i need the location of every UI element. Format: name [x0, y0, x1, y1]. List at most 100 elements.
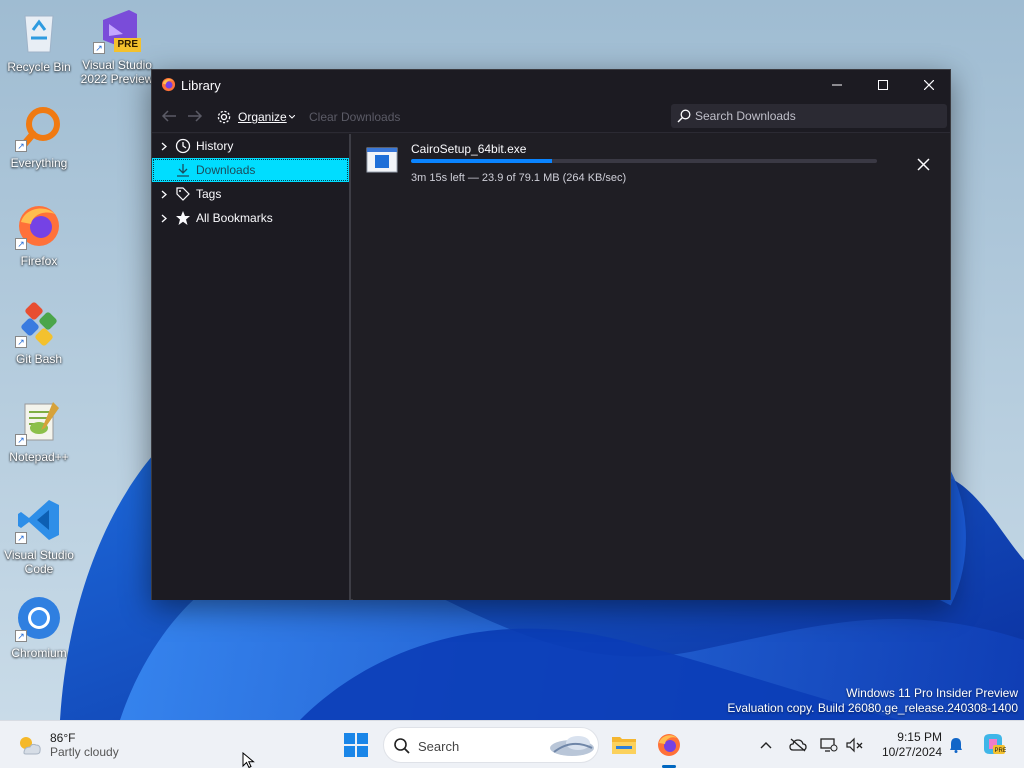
sidebar-item-label: All Bookmarks [196, 211, 273, 225]
taskbar-clock[interactable]: 9:15 PM 10/27/2024 [876, 730, 942, 760]
desktop-icon-visual-studio-code[interactable]: ↗ Visual Studio Code [1, 496, 77, 576]
cancel-download-button[interactable] [913, 154, 933, 174]
desktop-icon-label: Visual Studio Code [4, 548, 74, 576]
evaluation-watermark: Windows 11 Pro Insider Preview Evaluatio… [727, 686, 1018, 716]
desktop-icon-label: Everything [10, 156, 68, 170]
taskbar-search-box[interactable]: Search [383, 727, 599, 763]
watermark-line-1: Windows 11 Pro Insider Preview [846, 686, 1018, 700]
sidebar-item-label: Tags [196, 187, 222, 201]
start-button[interactable] [343, 732, 369, 758]
sidebar-item-label: Downloads [196, 163, 256, 177]
firefox-icon [161, 77, 176, 92]
desktop-icon-label: Visual Studio 2022 Preview [80, 58, 154, 86]
desktop-icon-notepad-plus-plus[interactable]: ↗ Notepad++ [1, 398, 77, 464]
notifications-button[interactable] [946, 735, 966, 755]
mouse-cursor-icon [242, 752, 255, 768]
shortcut-arrow-icon: ↗ [15, 336, 27, 348]
desktop-icon-label: Recycle Bin [7, 60, 71, 74]
chevron-right-icon[interactable] [158, 190, 170, 199]
clock-date: 10/27/2024 [881, 745, 942, 759]
organize-button[interactable]: Organize [216, 107, 295, 127]
chevron-right-icon[interactable] [158, 214, 170, 223]
tray-network[interactable] [819, 735, 839, 755]
close-button[interactable] [906, 70, 952, 100]
gear-icon [217, 110, 231, 124]
download-icon [174, 161, 192, 179]
copilot-button[interactable]: PRE [980, 731, 1006, 757]
taskbar-firefox[interactable] [653, 729, 685, 761]
visual-studio-icon: PRE ↗ [93, 6, 141, 54]
forward-button[interactable] [186, 108, 204, 124]
windows-logo-icon [344, 733, 368, 757]
search-highlight-icon [550, 736, 594, 756]
bell-icon [950, 738, 962, 753]
desktop-icon-label: Firefox [20, 254, 58, 268]
tag-icon [174, 185, 192, 203]
svg-text:PRE: PRE [995, 748, 1007, 754]
sidebar-item-history[interactable]: History [152, 134, 349, 158]
shortcut-arrow-icon: ↗ [93, 42, 105, 54]
shortcut-arrow-icon: ↗ [15, 532, 27, 544]
desktop-icon-label: Notepad++ [9, 450, 69, 464]
download-filename: CairoSetup_64bit.exe [411, 142, 527, 156]
search-icon [394, 738, 410, 754]
maximize-icon [878, 80, 888, 90]
desktop-icon-firefox[interactable]: ↗ Firefox [1, 202, 77, 268]
library-toolbar: Organize Clear Downloads [152, 100, 950, 133]
sidebar-item-tags[interactable]: Tags [152, 182, 349, 206]
desktop-icon-recycle-bin[interactable]: Recycle Bin [1, 8, 77, 74]
preview-badge: PRE [114, 38, 141, 52]
sidebar-item-downloads[interactable]: Downloads [152, 158, 349, 182]
speaker-muted-icon [846, 737, 863, 753]
watermark-line-2: Evaluation copy. Build 26080.ge_release.… [727, 701, 1018, 715]
tray-volume[interactable] [845, 735, 865, 755]
partly-cloudy-icon [20, 737, 41, 755]
shortcut-arrow-icon: ↗ [15, 630, 27, 642]
desktop-icon-chromium[interactable]: ↗ Chromium [1, 594, 77, 660]
arrow-left-icon [161, 110, 176, 122]
chevron-down-icon [288, 115, 295, 119]
shortcut-arrow-icon: ↗ [15, 140, 27, 152]
firefox-icon: ↗ [15, 202, 63, 250]
maximize-button[interactable] [860, 70, 906, 100]
search-downloads-box[interactable] [671, 104, 947, 128]
vscode-icon: ↗ [15, 496, 63, 544]
minimize-button[interactable] [814, 70, 860, 100]
download-status: 3m 15s left — 23.9 of 79.1 MB (264 KB/se… [411, 172, 627, 184]
search-icon [677, 109, 691, 123]
taskbar-file-explorer[interactable] [608, 729, 640, 761]
clock-icon [174, 137, 192, 155]
executable-file-icon [366, 147, 398, 173]
weather-condition: Partly cloudy [50, 745, 119, 759]
everything-search-icon: ↗ [15, 104, 63, 152]
sidebar-item-all-bookmarks[interactable]: All Bookmarks [152, 206, 349, 230]
desktop-icon-everything[interactable]: ↗ Everything [1, 104, 77, 170]
copilot-icon: PRE [984, 734, 1007, 754]
desktop-icon-label: Chromium [11, 646, 67, 660]
desktop-icon-git-bash[interactable]: ↗ Git Bash [1, 300, 77, 366]
sidebar-item-label: History [196, 139, 234, 153]
show-hidden-icons-button[interactable] [756, 735, 776, 755]
close-icon [924, 80, 934, 90]
network-icon [820, 738, 838, 752]
search-downloads-input[interactable] [695, 104, 941, 128]
downloads-list: CairoSetup_64bit.exe 3m 15s left — 23.9 … [353, 134, 950, 600]
organize-label: Organize [238, 110, 287, 124]
close-icon [916, 157, 930, 171]
git-bash-icon: ↗ [15, 300, 63, 348]
download-item[interactable]: CairoSetup_64bit.exe 3m 15s left — 23.9 … [353, 134, 950, 190]
desktop-icon-visual-studio-2022-preview[interactable]: PRE ↗ Visual Studio 2022 Preview [79, 6, 155, 86]
chevron-up-icon [760, 742, 772, 749]
download-progress-fill [411, 159, 552, 163]
weather-widget[interactable]: 86°F Partly cloudy [16, 728, 119, 762]
taskbar: 86°F Partly cloudy Search 9:15 PM 10/27/… [0, 720, 1024, 768]
chevron-right-icon[interactable] [158, 142, 170, 151]
firefox-icon [658, 734, 680, 756]
library-window: Library Organize Clear Downloads Search … [151, 69, 951, 600]
tray-onedrive[interactable] [788, 735, 808, 755]
clock-time: 9:15 PM [897, 730, 942, 744]
clear-downloads-button[interactable]: Clear Downloads [309, 110, 400, 124]
back-button[interactable] [160, 108, 178, 124]
title-bar[interactable]: Library [152, 70, 950, 100]
notepad-plus-plus-icon: ↗ [15, 398, 63, 446]
